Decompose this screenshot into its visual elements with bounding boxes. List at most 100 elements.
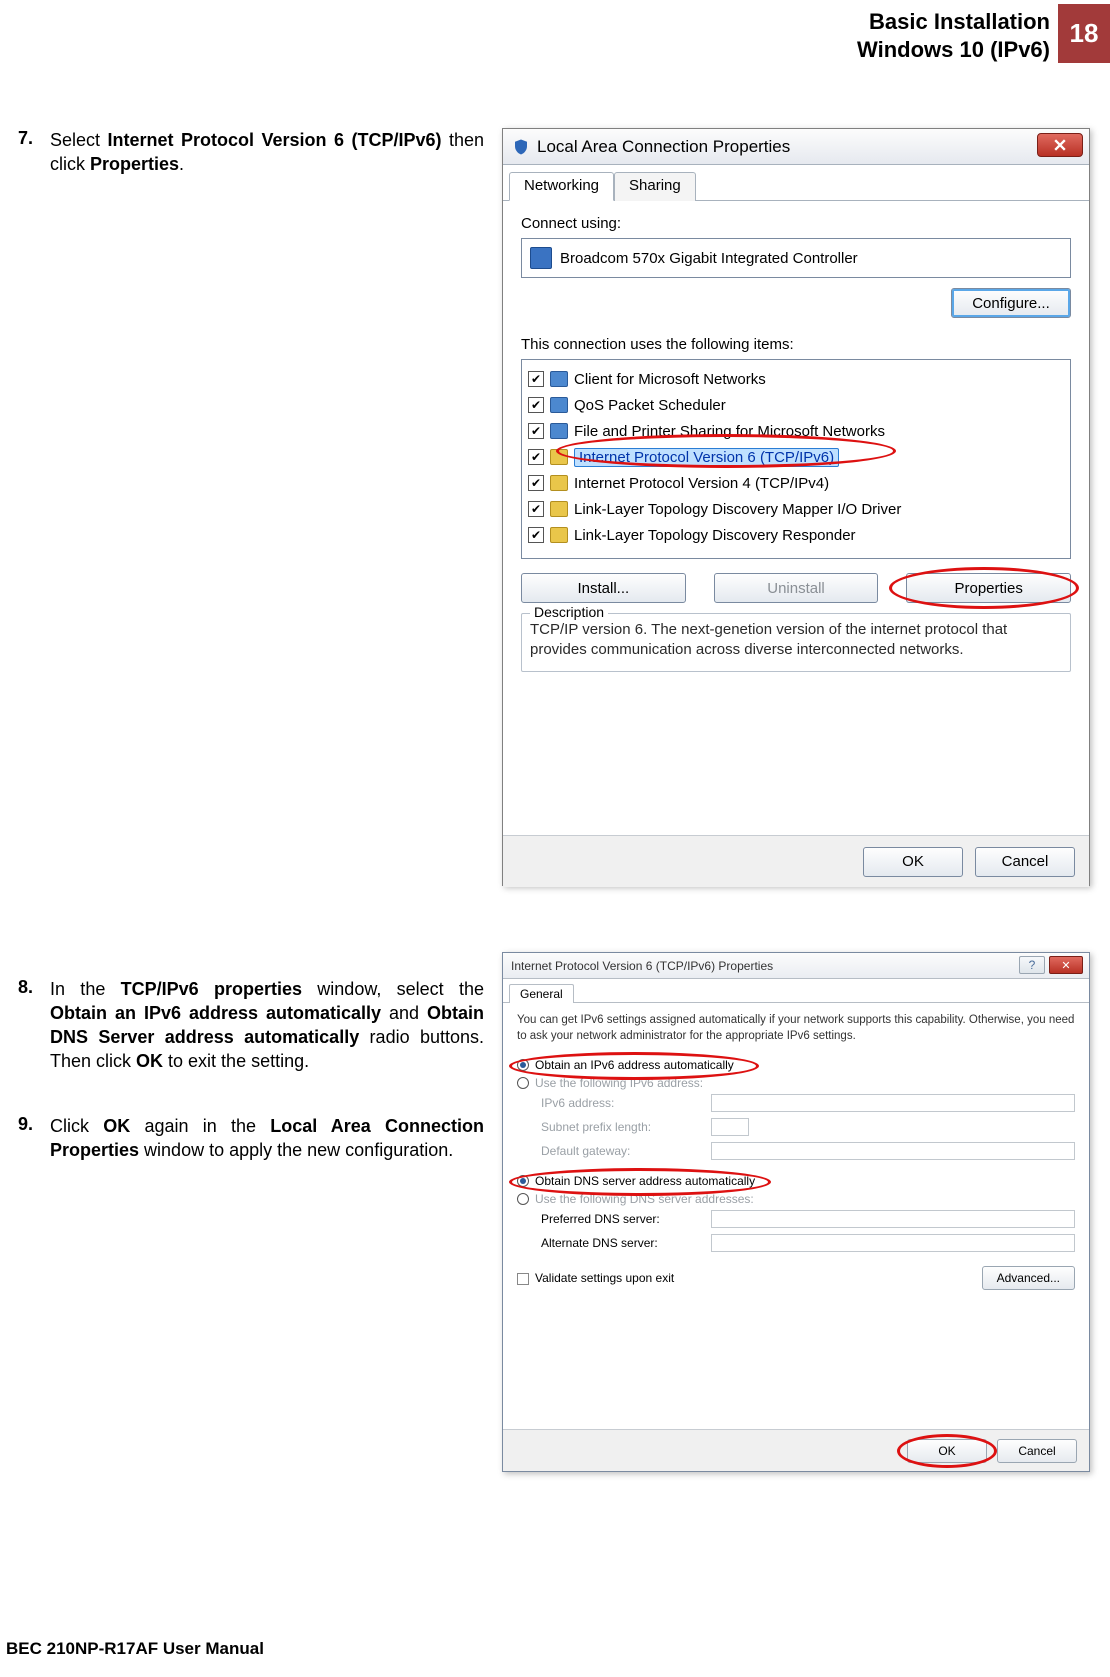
subnet-prefix-label: Subnet prefix length: — [541, 1120, 711, 1134]
description-group: Description TCP/IP version 6. The next-g… — [521, 613, 1071, 672]
list-item-label: Client for Microsoft Networks — [574, 371, 766, 388]
list-item-label: File and Printer Sharing for Microsoft N… — [574, 423, 885, 440]
list-item[interactable]: ✔ Internet Protocol Version 4 (TCP/IPv4) — [526, 470, 1066, 496]
bold: OK — [103, 1116, 130, 1136]
header-line1: Basic Installation — [857, 8, 1050, 36]
uninstall-button: Uninstall — [714, 573, 879, 603]
radio-label: Use the following IPv6 address: — [535, 1076, 703, 1090]
window-title: Internet Protocol Version 6 (TCP/IPv6) P… — [511, 959, 773, 973]
dns-fields: Preferred DNS server: Alternate DNS serv… — [541, 1210, 1075, 1252]
checkbox-icon[interactable]: ✔ — [528, 397, 544, 413]
radio-use-dns-addresses[interactable]: Use the following DNS server addresses: — [517, 1192, 1075, 1206]
checkbox-icon[interactable]: ✔ — [528, 501, 544, 517]
protocol-icon — [550, 449, 568, 465]
bold: TCP/IPv6 properties — [121, 979, 302, 999]
window-titlebar[interactable]: Internet Protocol Version 6 (TCP/IPv6) P… — [503, 953, 1089, 979]
list-item-label: Internet Protocol Version 6 (TCP/IPv6) — [574, 448, 839, 467]
radio-icon[interactable] — [517, 1077, 529, 1089]
list-item[interactable]: ✔ Client for Microsoft Networks — [526, 366, 1066, 392]
radio-label: Obtain DNS server address automatically — [535, 1174, 755, 1188]
tab-bar: General — [503, 979, 1089, 1003]
preferred-dns-input[interactable] — [711, 1210, 1075, 1228]
description-text: TCP/IP version 6. The next-genetion vers… — [530, 620, 1062, 661]
description-legend: Description — [530, 604, 608, 620]
tab-bar: Networking Sharing — [503, 165, 1089, 201]
checkbox-icon[interactable]: ✔ — [528, 371, 544, 387]
component-icon — [550, 371, 568, 387]
advanced-row: Validate settings upon exit Advanced... — [517, 1266, 1075, 1290]
radio-obtain-dns-auto[interactable]: Obtain DNS server address automatically — [517, 1174, 1075, 1188]
radio-icon[interactable] — [517, 1175, 529, 1187]
text: . — [179, 154, 184, 174]
help-button[interactable]: ? — [1019, 956, 1045, 974]
bold: Obtain an IPv6 address automatically — [50, 1003, 381, 1023]
checkbox-icon[interactable]: ✔ — [528, 423, 544, 439]
adapter-name: Broadcom 570x Gigabit Integrated Control… — [560, 250, 858, 267]
close-button[interactable] — [1037, 133, 1083, 157]
checkbox-icon[interactable]: ✔ — [528, 527, 544, 543]
ok-button[interactable]: OK — [907, 1439, 987, 1463]
validate-label: Validate settings upon exit — [535, 1271, 674, 1285]
radio-use-ipv6-address[interactable]: Use the following IPv6 address: — [517, 1076, 1075, 1090]
close-button[interactable]: ✕ — [1049, 956, 1083, 974]
protocol-icon — [550, 527, 568, 543]
list-item[interactable]: ✔ Link-Layer Topology Discovery Responder — [526, 522, 1066, 548]
cancel-button[interactable]: Cancel — [975, 847, 1075, 877]
advanced-button[interactable]: Advanced... — [982, 1266, 1075, 1290]
shield-icon — [511, 136, 531, 158]
checkbox-icon[interactable]: ✔ — [528, 449, 544, 465]
tab-networking[interactable]: Networking — [509, 172, 614, 201]
ipv6-address-label: IPv6 address: — [541, 1096, 711, 1110]
radio-icon[interactable] — [517, 1059, 529, 1071]
button-row: Install... Uninstall Properties — [521, 573, 1071, 603]
subnet-prefix-input[interactable] — [711, 1118, 749, 1136]
radio-icon[interactable] — [517, 1193, 529, 1205]
network-items-listbox[interactable]: ✔ Client for Microsoft Networks ✔QoS Pack… — [521, 359, 1071, 559]
checkbox-icon[interactable]: ✔ — [528, 475, 544, 491]
list-item-selected[interactable]: ✔ Internet Protocol Version 6 (TCP/IPv6) — [526, 444, 1066, 470]
radio-obtain-ipv6-auto[interactable]: Obtain an IPv6 address automatically — [517, 1058, 1075, 1072]
properties-button[interactable]: Properties — [906, 573, 1071, 603]
page-number-badge: 18 — [1058, 4, 1110, 63]
alternate-dns-label: Alternate DNS server: — [541, 1236, 711, 1250]
validate-checkbox[interactable]: Validate settings upon exit — [517, 1271, 674, 1285]
configure-button[interactable]: Configure... — [951, 288, 1071, 318]
text: again in the — [130, 1116, 270, 1136]
step-number: 7. — [18, 128, 50, 177]
network-adapter-icon — [530, 247, 552, 269]
default-gateway-input[interactable] — [711, 1142, 1075, 1160]
step-7: 7. Select Internet Protocol Version 6 (T… — [18, 128, 484, 177]
list-item[interactable]: ✔ Link-Layer Topology Discovery Mapper I/… — [526, 496, 1066, 522]
ipv6-address-input[interactable] — [711, 1094, 1075, 1112]
window-body: You can get IPv6 settings assigned autom… — [503, 1003, 1089, 1429]
uses-items-label: This connection uses the following items… — [521, 336, 1071, 353]
step-body: Select Internet Protocol Version 6 (TCP/… — [50, 128, 484, 177]
page-header: Basic Installation Windows 10 (IPv6) 18 — [857, 4, 1110, 63]
list-item-label: Link-Layer Topology Discovery Mapper I/O… — [574, 501, 901, 518]
tab-general[interactable]: General — [509, 984, 574, 1003]
component-icon — [550, 397, 568, 413]
adapter-field[interactable]: Broadcom 570x Gigabit Integrated Control… — [521, 238, 1071, 278]
checkbox-icon[interactable] — [517, 1273, 529, 1285]
window-titlebar[interactable]: Local Area Connection Properties — [503, 129, 1089, 165]
list-item-label: Internet Protocol Version 4 (TCP/IPv4) — [574, 475, 829, 492]
text: and — [381, 1003, 427, 1023]
instructions-column: 7. Select Internet Protocol Version 6 (T… — [18, 128, 484, 1202]
list-item[interactable]: ✔QoS Packet Scheduler — [526, 392, 1066, 418]
radio-label: Obtain an IPv6 address automatically — [535, 1058, 734, 1072]
tab-sharing[interactable]: Sharing — [614, 172, 696, 201]
protocol-icon — [550, 501, 568, 517]
install-button[interactable]: Install... — [521, 573, 686, 603]
step-body: Click OK again in the Local Area Connect… — [50, 1114, 484, 1163]
list-item[interactable]: ✔ File and Printer Sharing for Microsoft … — [526, 418, 1066, 444]
window-title: Local Area Connection Properties — [537, 137, 790, 157]
bold: Internet Protocol Version 6 (TCP/IPv6) — [108, 130, 442, 150]
step-number: 8. — [18, 977, 50, 1074]
ipv6-properties-window: Internet Protocol Version 6 (TCP/IPv6) P… — [502, 952, 1090, 1472]
ok-button[interactable]: OK — [863, 847, 963, 877]
alternate-dns-input[interactable] — [711, 1234, 1075, 1252]
radio-label: Use the following DNS server addresses: — [535, 1192, 754, 1206]
list-item-label: Link-Layer Topology Discovery Responder — [574, 527, 856, 544]
cancel-button[interactable]: Cancel — [997, 1439, 1077, 1463]
text: Select — [50, 130, 108, 150]
